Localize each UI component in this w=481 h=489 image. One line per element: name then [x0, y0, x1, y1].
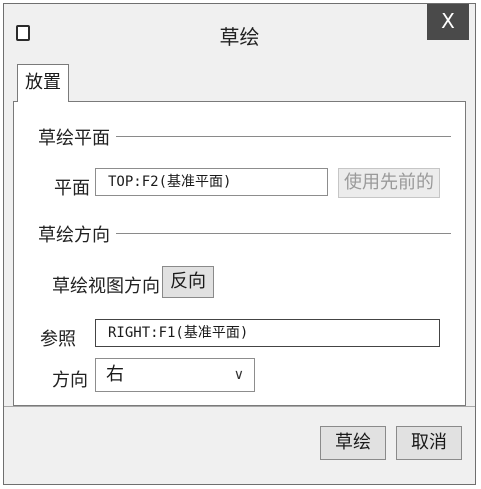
close-button[interactable]: X [427, 4, 469, 40]
reference-field[interactable]: RIGHT:F1(基准平面) [95, 319, 440, 347]
use-previous-button[interactable]: 使用先前的 [338, 168, 440, 198]
direction-label: 方向 [52, 370, 88, 391]
title-bar[interactable]: 草绘 X [4, 4, 475, 58]
sketch-orientation-group-title: 草绘方向 [38, 221, 116, 247]
flip-button[interactable]: 反向 [162, 266, 214, 298]
sketch-button[interactable]: 草绘 [320, 426, 386, 460]
direction-value: 右 [106, 364, 124, 385]
plane-field[interactable]: TOP:F2(基准平面) [95, 168, 328, 196]
direction-dropdown[interactable]: 右 ∨ [95, 358, 255, 392]
sketch-dialog: 草绘 X 放置 草绘平面 平面 TOP:F2(基准平面) 使用先前的 草绘方向 … [3, 3, 476, 485]
cancel-button[interactable]: 取消 [396, 426, 462, 460]
view-direction-label: 草绘视图方向 [52, 276, 160, 297]
chevron-down-icon: ∨ [233, 367, 244, 383]
plane-label: 平面 [54, 178, 90, 199]
dialog-title: 草绘 [219, 25, 260, 49]
placement-panel: 草绘平面 平面 TOP:F2(基准平面) 使用先前的 草绘方向 草绘视图方向 反… [13, 101, 466, 406]
footer-divider [4, 406, 475, 407]
sketch-plane-group-title: 草绘平面 [38, 124, 116, 150]
tab-placement[interactable]: 放置 [17, 64, 69, 102]
reference-label: 参照 [40, 329, 76, 350]
